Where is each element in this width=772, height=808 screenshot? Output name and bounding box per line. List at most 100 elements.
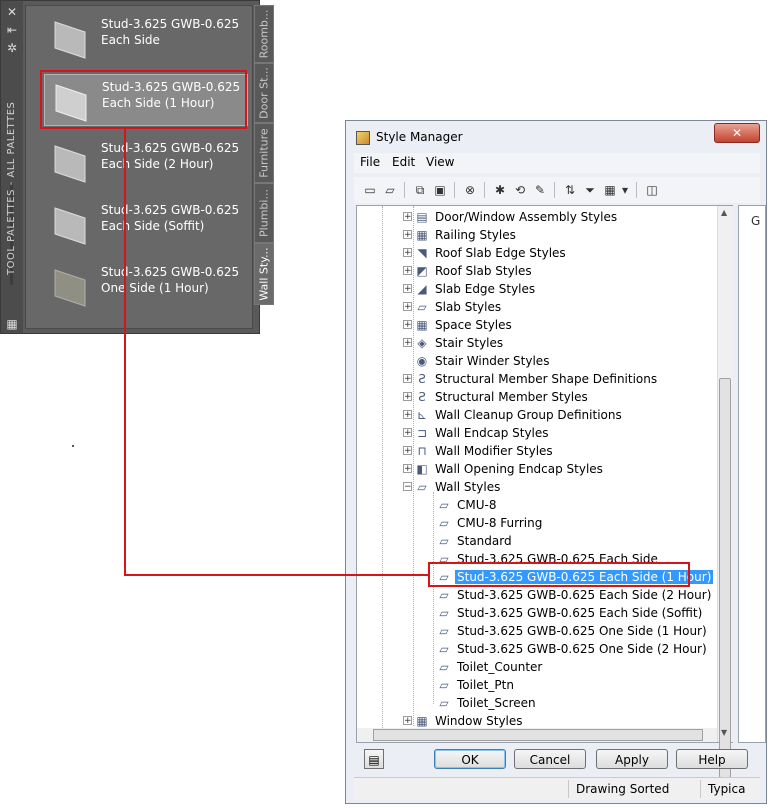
tool-name-line2: Each Side xyxy=(101,33,160,47)
open-drawing-icon[interactable]: ▱ xyxy=(382,182,398,198)
style-category-icon: ◢ xyxy=(417,282,427,296)
expand-icon[interactable]: + xyxy=(403,410,412,420)
tab-furniture[interactable]: Furniture xyxy=(254,123,274,183)
expand-icon[interactable]: + xyxy=(403,248,412,258)
style-category-icon: ◉ xyxy=(416,354,428,368)
wall-style-icon: ▱ xyxy=(439,498,449,512)
menu-file[interactable]: File xyxy=(360,155,380,169)
edit-style-icon[interactable]: ✎ xyxy=(532,182,548,198)
expand-icon[interactable]: + xyxy=(403,212,412,222)
new-drawing-icon[interactable]: ▭ xyxy=(362,182,378,198)
style-category-icon: ⊓ xyxy=(417,444,427,458)
dialog-buttons: ▤ OK Cancel Apply Help xyxy=(354,743,760,779)
title-bar[interactable]: Style Manager ✕ xyxy=(346,121,766,153)
tab-wall-styles[interactable]: Wall Sty... xyxy=(254,243,274,305)
horizontal-scroll-thumb[interactable] xyxy=(373,729,703,741)
tab-roombook[interactable]: Roomb... xyxy=(254,5,274,63)
scroll-up-icon[interactable]: ▲ xyxy=(721,208,727,217)
cancel-button[interactable]: Cancel xyxy=(514,749,586,769)
expand-icon[interactable]: + xyxy=(403,392,412,402)
expand-icon[interactable]: + xyxy=(403,374,412,384)
manager-help-icon[interactable]: ▤ xyxy=(364,749,384,769)
style-properties-panel: G xyxy=(738,205,766,743)
expand-icon[interactable]: + xyxy=(403,230,412,240)
tree-item-label: Toilet_Counter xyxy=(457,660,543,674)
wall-style-icon: ▱ xyxy=(439,606,449,620)
close-icon[interactable]: ✕ xyxy=(5,5,19,19)
expand-icon[interactable]: + xyxy=(403,428,412,438)
tab-door-styles[interactable]: Door St... xyxy=(254,63,274,123)
close-button[interactable]: ✕ xyxy=(714,123,760,143)
tree-item-label: Window Styles xyxy=(435,714,523,728)
auto-hide-icon[interactable]: ⇤ xyxy=(5,23,19,37)
apply-button[interactable]: Apply xyxy=(596,749,668,769)
wall-tool-icon xyxy=(54,21,86,59)
tree-item-label: Structural Member Shape Definitions xyxy=(435,372,658,386)
wall-style-icon: ▱ xyxy=(439,642,449,656)
set-from-icon[interactable]: ⟲ xyxy=(512,182,528,198)
tree-item-label: Toilet_Ptn xyxy=(457,678,514,692)
expand-icon[interactable]: + xyxy=(403,338,412,348)
menu-view[interactable]: View xyxy=(426,155,454,169)
status-sort: Drawing Sorted xyxy=(576,782,670,796)
wall-style-icon: ▱ xyxy=(439,660,449,674)
new-style-icon[interactable]: ✱ xyxy=(492,182,508,198)
palette-tool-each-side-2-hour[interactable]: Stud-3.625 GWB-0.625 Each Side (2 Hour) xyxy=(41,136,255,188)
wall-tool-icon xyxy=(54,145,86,183)
palette-tool-one-side-1-hour[interactable]: Stud-3.625 GWB-0.625 One Side (1 Hour) xyxy=(41,260,255,312)
palette-tool-each-side[interactable]: Stud-3.625 GWB-0.625 Each Side xyxy=(41,12,255,64)
horizontal-scrollbar[interactable] xyxy=(357,728,717,742)
palette-title: TOOL PALETTES - ALL PALETTES xyxy=(6,101,17,275)
tool-palette-window: ✕ ⇤ ✲ TOOL PALETTES - ALL PALETTES ▦ Stu… xyxy=(0,0,274,334)
help-button[interactable]: Help xyxy=(676,749,748,769)
collapse-icon[interactable]: − xyxy=(403,482,412,492)
tree-item-label: Stud-3.625 GWB-0.625 One Side (2 Hour) xyxy=(457,642,707,656)
panel-label: G xyxy=(751,214,761,228)
style-tree: + ▤ Door/Window Assembly Styles + ▦ Railing S… xyxy=(356,205,733,743)
vertical-scrollbar[interactable]: ▲ ▼ xyxy=(717,206,733,778)
app-icon xyxy=(356,131,370,145)
tree-item-label: Stud-3.625 GWB-0.625 Each Side (2 Hour) xyxy=(457,588,712,602)
palette-menu-icon[interactable]: ▦ xyxy=(5,317,19,331)
expand-icon[interactable]: + xyxy=(403,284,412,294)
expand-icon[interactable]: + xyxy=(403,716,412,726)
tree-item-label: Wall Endcap Styles xyxy=(435,426,549,440)
style-category-icon: ◈ xyxy=(417,336,427,350)
expand-icon[interactable]: + xyxy=(403,446,412,456)
menu-edit[interactable]: Edit xyxy=(392,155,415,169)
properties-icon[interactable]: ✲ xyxy=(5,41,19,55)
tree-item-label: Standard xyxy=(457,534,512,548)
tree-item-label: Stair Styles xyxy=(435,336,504,350)
expand-icon[interactable]: + xyxy=(403,320,412,330)
tree-item-label: Railing Styles xyxy=(435,228,516,242)
status-bar: Drawing Sorted Typica xyxy=(354,777,760,800)
tree-item-label: Stud-3.625 GWB-0.625 One Side (1 Hour) xyxy=(457,624,707,638)
palette-title-strip: ✕ ⇤ ✲ TOOL PALETTES - ALL PALETTES ▦ xyxy=(1,1,23,333)
ok-button[interactable]: OK xyxy=(434,749,506,769)
wall-style-icon: ▱ xyxy=(439,624,449,638)
expand-icon[interactable]: + xyxy=(403,302,412,312)
purge-icon[interactable]: ⊗ xyxy=(462,182,478,198)
paste-icon[interactable]: ▣ xyxy=(432,182,448,198)
scroll-down-icon[interactable]: ▼ xyxy=(721,728,727,737)
expand-icon[interactable]: + xyxy=(403,464,412,474)
view-options-icon[interactable]: ▦ xyxy=(602,182,618,198)
tool-name-line1: Stud-3.625 GWB-0.625 xyxy=(101,17,240,31)
style-category-icon: Ƨ xyxy=(418,372,426,386)
tool-name-line2: Each Side (Soffit) xyxy=(101,219,205,233)
toggle-view-icon[interactable]: ◫ xyxy=(644,182,660,198)
copy-icon[interactable]: ⧉ xyxy=(412,182,428,198)
chevron-down-icon[interactable]: ▾ xyxy=(620,182,630,198)
expand-icon[interactable]: + xyxy=(403,266,412,276)
filter-icon[interactable]: ⏷ xyxy=(582,182,598,198)
callout-box-tree xyxy=(428,562,690,587)
tab-plumbing[interactable]: Plumbi... xyxy=(254,183,274,243)
style-category-icon: ▦ xyxy=(416,228,428,242)
vertical-scroll-thumb[interactable] xyxy=(719,378,731,778)
tree-item-label: Roof Slab Edge Styles xyxy=(435,246,566,260)
sort-icon[interactable]: ⇅ xyxy=(562,182,578,198)
tree-item-label: Roof Slab Styles xyxy=(435,264,532,278)
palette-tool-each-side-soffit[interactable]: Stud-3.625 GWB-0.625 Each Side (Soffit) xyxy=(41,198,255,250)
tree-item-label: CMU-8 xyxy=(457,498,497,512)
tool-name-line2: One Side (1 Hour) xyxy=(101,281,209,295)
